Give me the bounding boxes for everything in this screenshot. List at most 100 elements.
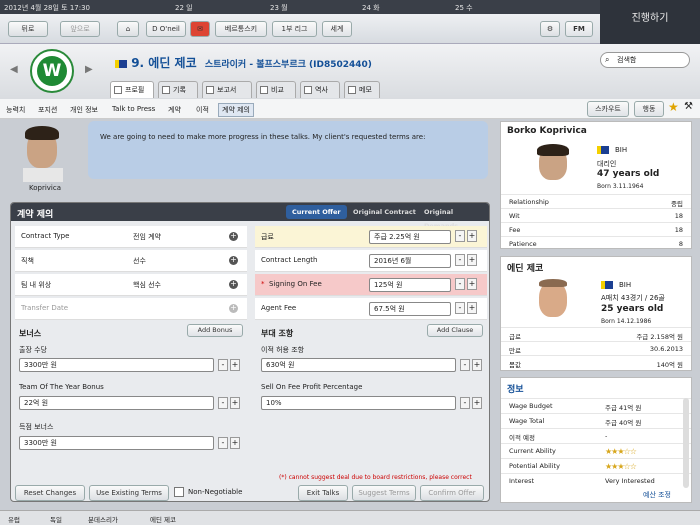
bonus-value-select[interactable]: 3300만 원 — [19, 358, 214, 372]
mail-icon[interactable]: ✉ — [190, 21, 210, 37]
breadcrumb-item[interactable]: 유럽 — [8, 514, 20, 524]
tab-history[interactable]: 역사 — [300, 81, 340, 98]
continue-button[interactable]: 진행하기 — [600, 0, 700, 44]
subnav-contract[interactable]: 계약 — [168, 105, 181, 115]
search-input[interactable]: 검색함 — [600, 52, 690, 68]
row-value[interactable]: 전임 계약 — [133, 232, 161, 242]
tab-stats[interactable]: 기록 — [158, 81, 198, 98]
row-value[interactable]: 핵심 선수 — [133, 280, 161, 290]
finance-value: 주급 40억 원 — [605, 419, 642, 427]
settings-icon[interactable]: ⚙ — [540, 21, 560, 37]
non-negotiable-checkbox[interactable] — [174, 487, 184, 497]
subnav-contract-offer[interactable]: 계약 제의 — [218, 103, 254, 117]
row-label: Signing On Fee — [269, 280, 322, 288]
increase-button[interactable]: + — [467, 230, 477, 242]
use-existing-terms-button[interactable]: Use Existing Terms — [89, 485, 169, 501]
reset-changes-button[interactable]: Reset Changes — [15, 485, 85, 501]
decrease-button[interactable]: - — [455, 230, 465, 242]
bonus-label: 출장 수당 — [19, 346, 47, 354]
add-bonus-button[interactable]: Add Bonus — [187, 324, 243, 337]
tab-label: 보고서 — [217, 86, 237, 94]
bonus-value-select[interactable]: 22억 원 — [19, 396, 214, 410]
edit-icon[interactable]: + — [229, 256, 238, 265]
finance-label: 이적 예정 — [509, 434, 535, 442]
exit-talks-button[interactable]: Exit Talks — [298, 485, 348, 501]
decrease-button[interactable]: - — [455, 278, 465, 290]
player-card: 에딘 제코 BIH A매치 43경기 / 26골 25 years old Bo… — [500, 256, 692, 371]
fm-menu[interactable]: FM — [565, 21, 593, 37]
signing-fee-select[interactable]: 125억 원 — [369, 278, 451, 292]
subnav-transfer[interactable]: 이적 — [196, 105, 209, 115]
bonus-label: 득점 보너스 — [19, 423, 54, 431]
info-label: 만료 — [509, 347, 521, 355]
tools-icon[interactable]: ⚒ — [684, 101, 693, 112]
scout-menu[interactable]: 스카우트 — [587, 101, 629, 117]
increase-button[interactable]: + — [230, 359, 240, 371]
club-menu[interactable]: 베르통스키 — [215, 21, 267, 37]
league-menu[interactable]: 1부 리그 — [272, 21, 317, 37]
breadcrumb-item[interactable]: 분데스리가 — [88, 514, 118, 524]
clause-value-select[interactable]: 10% — [261, 396, 456, 410]
decrease-button[interactable]: - — [455, 254, 465, 266]
budget-adjust-link[interactable]: 예산 조정 — [643, 490, 671, 500]
suggest-terms-button[interactable]: Suggest Terms — [352, 485, 416, 501]
tab-notes[interactable]: 메모 — [344, 81, 380, 98]
subnav-personal[interactable]: 개인 정보 — [70, 105, 98, 115]
home-icon[interactable]: ⌂ — [117, 21, 139, 37]
bonus-value-select[interactable]: 3300만 원 — [19, 436, 214, 450]
prev-arrow-icon[interactable]: ◀ — [10, 64, 18, 75]
club-crest[interactable]: W — [30, 49, 74, 93]
tab-profile[interactable]: 프로필 — [110, 81, 154, 98]
report-icon — [206, 86, 214, 94]
confirm-offer-button[interactable]: Confirm Offer — [420, 485, 484, 501]
increase-button[interactable]: + — [230, 437, 240, 449]
edit-icon[interactable]: + — [229, 232, 238, 241]
breadcrumb-item[interactable]: 에딘 제코 — [150, 514, 176, 524]
tab-reports[interactable]: 보고서 — [202, 81, 252, 98]
increase-button[interactable]: + — [472, 397, 482, 409]
decrease-button[interactable]: - — [460, 397, 470, 409]
increase-button[interactable]: + — [472, 359, 482, 371]
breadcrumb-item[interactable]: 독일 — [50, 514, 62, 524]
agent-fee-select[interactable]: 67.5억 원 — [369, 302, 451, 316]
back-button[interactable]: 뒤로 — [8, 21, 48, 37]
wage-select[interactable]: 주급 2.25억 원 — [369, 230, 451, 244]
decrease-button[interactable]: - — [218, 397, 228, 409]
forward-button[interactable]: 앞으로 — [60, 21, 100, 37]
edit-icon[interactable]: + — [229, 280, 238, 289]
calendar-day[interactable]: 23 월 — [270, 3, 288, 13]
manager-menu[interactable]: D O'neil — [146, 21, 186, 37]
row-value[interactable]: 선수 — [133, 256, 146, 266]
subnav-attributes[interactable]: 능력치 — [6, 105, 25, 115]
tab-original-demands[interactable]: Original Demands — [418, 205, 489, 230]
star-icon[interactable]: ★ — [668, 100, 679, 114]
contract-type-row: Contract Type 전임 계약 + — [15, 226, 247, 248]
row-label: Contract Type — [21, 232, 70, 240]
tab-compare[interactable]: 비교 — [256, 81, 296, 98]
increase-button[interactable]: + — [467, 278, 477, 290]
decrease-button[interactable]: - — [218, 437, 228, 449]
tab-current-offer[interactable]: Current Offer — [286, 205, 347, 219]
clause-value-select[interactable]: 630억 원 — [261, 358, 456, 372]
calendar-day[interactable]: 24 화 — [362, 3, 380, 13]
decrease-button[interactable]: - — [218, 359, 228, 371]
action-menu[interactable]: 행동 — [634, 101, 664, 117]
contract-length-select[interactable]: 2016년 6월 — [369, 254, 451, 268]
player-card-hair — [539, 279, 567, 287]
decrease-button[interactable]: - — [460, 359, 470, 371]
calendar-day[interactable]: 22 일 — [175, 3, 193, 13]
scrollbar[interactable] — [683, 398, 689, 488]
subnav-positions[interactable]: 포지션 — [38, 105, 57, 115]
next-arrow-icon[interactable]: ▶ — [85, 64, 93, 75]
decrease-button[interactable]: - — [455, 302, 465, 314]
world-menu[interactable]: 세계 — [322, 21, 352, 37]
stats-icon — [162, 86, 170, 94]
increase-button[interactable]: + — [467, 302, 477, 314]
tab-original-contract[interactable]: Original Contract — [347, 205, 422, 219]
calendar-day[interactable]: 25 수 — [455, 3, 473, 13]
add-clause-button[interactable]: Add Clause — [427, 324, 483, 337]
increase-button[interactable]: + — [230, 397, 240, 409]
subnav-talk-to-press[interactable]: Talk to Press — [112, 105, 155, 113]
increase-button[interactable]: + — [467, 254, 477, 266]
info-label: 몸값 — [509, 361, 521, 369]
